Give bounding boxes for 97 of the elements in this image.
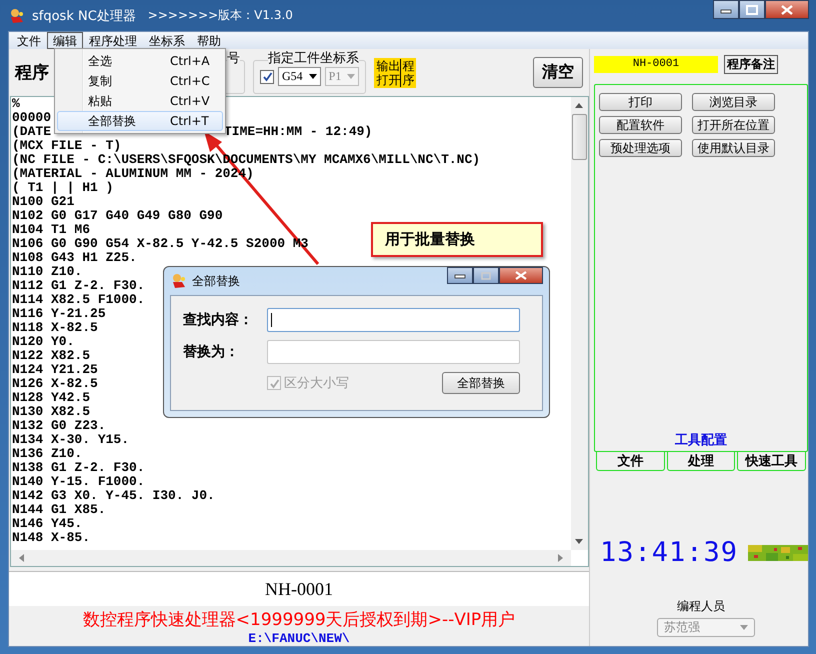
menu-item[interactable]: 复制 Ctrl+C [57,71,223,91]
minimize-icon [454,272,466,278]
panel-title: 工具配置 [674,432,727,449]
code-line: N124 Y21.25 [12,362,98,377]
menu-item[interactable]: 帮助 [191,32,227,49]
close-icon [781,4,793,14]
code-line: N136 Z10. [12,446,82,461]
license-text: 数控程序快速处理器<1999999天后授权到期>--VIP用户 [82,609,516,631]
code-line: N122 X82.5 [12,348,90,363]
code-line: N138 G1 Z-2. F30. [12,460,145,475]
code-line: N114 X82.5 F1000. [12,292,145,307]
panel-button[interactable]: 配置软件 [598,116,682,134]
coordinate-dropdown[interactable]: G54 [278,67,321,86]
panel-button[interactable]: 打印 [598,93,682,111]
code-line: N146 Y45. [12,516,82,531]
code-line: N140 Y-15. F1000. [12,474,145,489]
version-label: >>>>>>>版本：V1.3.0 [148,7,293,24]
program-number-label: NH-0001 [594,56,718,73]
clear-button[interactable]: 清空 [532,57,583,88]
close-button[interactable] [765,0,809,19]
scroll-thumb[interactable] [572,114,587,160]
code-line: N104 T1 M6 [12,222,90,237]
close-icon [515,271,527,280]
panel-button[interactable]: 浏览目录 [692,93,775,111]
digital-clock: 13:41:39 [600,537,738,568]
code-line: (DATE [12,124,52,139]
dropdown-arrow-icon [740,625,748,630]
minimize-button[interactable] [447,267,473,284]
code-line: ( T1 | | H1 ) [12,180,114,195]
horizontal-scrollbar[interactable] [11,550,571,566]
dropdown-arrow-icon [308,74,317,79]
check-icon [262,71,272,82]
path-text: E:\FANUC\NEW\ [248,631,350,646]
code-line: N144 G1 X85. [12,502,106,517]
maximize-icon [481,272,491,280]
code-line: N110 Z10. [12,264,82,279]
callout-note: 用于批量替换 [371,222,543,257]
scroll-up-icon [575,103,584,108]
code-line: N102 G0 G17 G40 G49 G80 G90 [12,208,223,223]
vertical-scrollbar[interactable] [570,97,588,550]
code-line: N132 G0 Z23. [12,418,106,433]
code-line: (MCX FILE - T) [12,138,122,153]
scroll-left-icon [19,554,24,562]
close-button[interactable] [499,267,543,284]
mascot-icon [8,8,26,24]
panel-button[interactable]: 预处理选项 [598,139,682,157]
code-line: N108 G43 H1 Z25. [12,250,137,265]
group-title: 号 [227,48,240,66]
panel-button[interactable]: 打开所在位置 [692,116,775,134]
menu-item[interactable]: 坐标系 [143,32,191,49]
code-line: N100 G21 [12,194,74,209]
tab[interactable]: 文件 [596,452,665,471]
dialog-title: 全部替换 [192,272,240,290]
input-field[interactable] [267,340,520,364]
code-line: N134 X-30. Y15. [12,432,130,447]
maximize-button[interactable] [739,0,765,19]
menu-item[interactable]: 全部替换 Ctrl+T [57,111,223,131]
code-line: N128 Y42.5 [12,390,90,405]
code-line: TIME=HH:MM - 12:49) [224,125,372,139]
menu-item[interactable]: 编辑 [47,32,83,49]
program-label: 程序 [15,62,50,84]
menu-item[interactable]: 粘贴 Ctrl+V [57,91,223,111]
menu-item[interactable]: 程序处理 [83,32,143,49]
panel-button[interactable]: 使用默认目录 [692,139,775,157]
code-line: N142 G3 X0. Y-45. I30. J0. [12,488,215,503]
program-name: NH-0001 [264,578,333,600]
checkbox[interactable] [260,70,274,84]
replace-all-button[interactable]: 全部替换 [442,372,520,394]
group-title: 指定工件坐标系 [268,48,359,66]
program-note-button[interactable]: 程序备注 [724,55,778,74]
code-line: N148 X-85. [12,530,90,545]
input-field[interactable] [267,308,520,332]
maximize-button[interactable] [473,267,499,284]
code-line: 00000 [12,110,52,125]
mascot-icon [170,273,188,289]
check-icon [268,378,280,388]
scroll-right-icon [558,554,563,562]
minimize-button[interactable] [713,0,739,19]
dropdown-arrow-icon [347,74,356,79]
code-line: N126 X-82.5 [12,376,98,391]
field-label: 替换为： [183,343,240,361]
scroll-down-icon [575,539,584,544]
programmer-label: 编程人员 [676,598,725,615]
tab[interactable]: 处理 [666,452,736,471]
code-line: N118 X-82.5 [12,320,98,335]
window-title: sfqosk NC处理器 [32,8,136,24]
code-line: N112 G1 Z-2. F30. [12,278,145,293]
tab[interactable]: 快速工具 [737,452,806,471]
maximize-icon [746,4,758,14]
code-line: N116 Y-21.25 [12,306,106,321]
output-open-button[interactable]: 输出 打开 程 序 [374,58,416,88]
menu-item[interactable]: 全选 Ctrl+A [57,51,223,71]
code-line: % [12,96,20,111]
code-line: N120 Y0. [12,334,74,349]
code-line: N130 X82.5 [12,404,90,419]
menu-item[interactable]: 文件 [11,32,47,49]
field-label: 查找内容： [183,311,254,329]
